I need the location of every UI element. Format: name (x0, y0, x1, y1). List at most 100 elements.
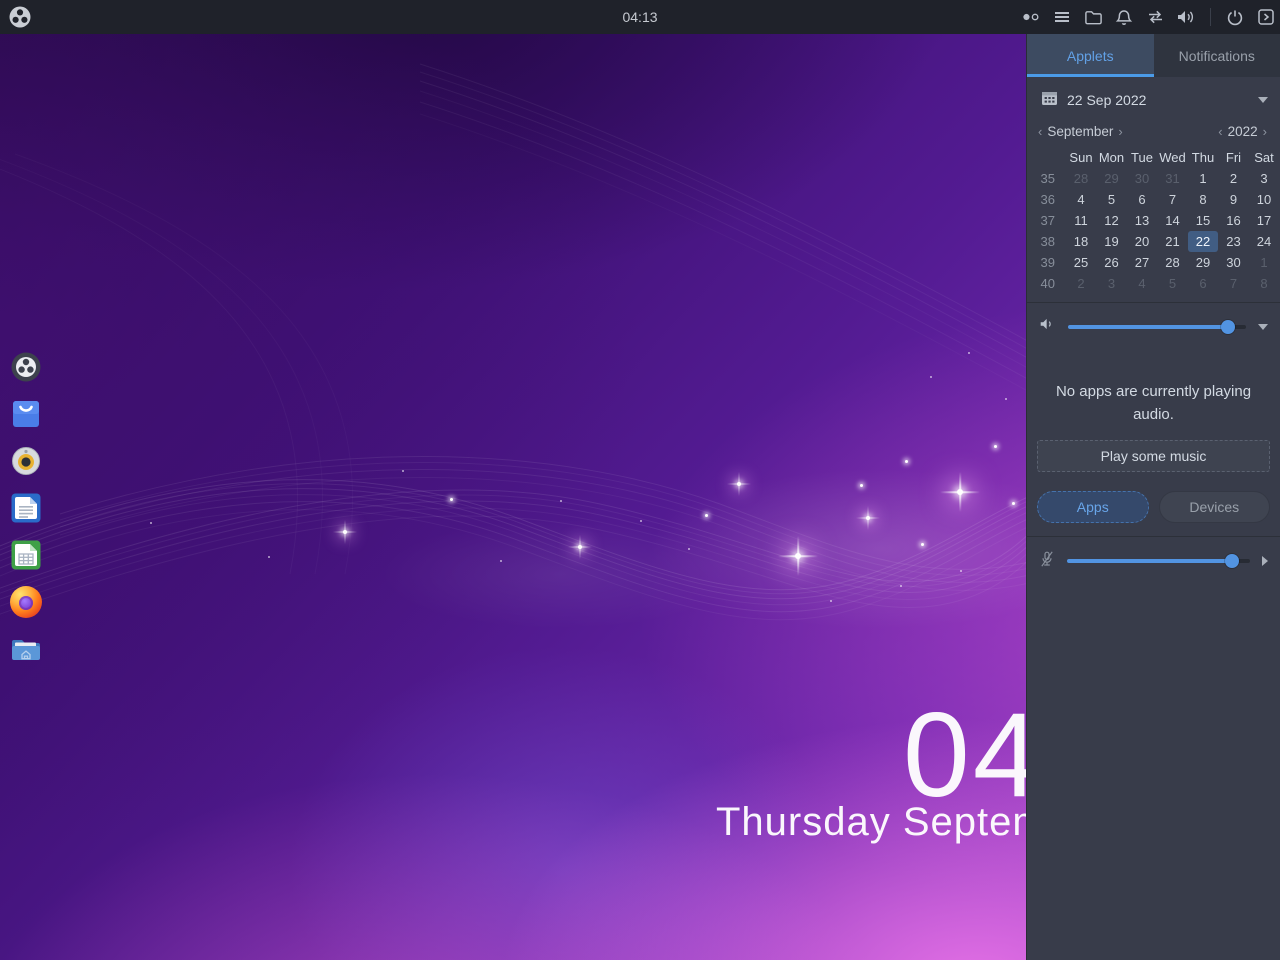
tab-notifications[interactable]: Notifications (1154, 34, 1280, 77)
month-label: September (1047, 124, 1113, 139)
multimedia-speaker-icon[interactable] (10, 445, 42, 477)
calendar-day[interactable]: 12 (1096, 210, 1127, 231)
microphone-slider-handle[interactable] (1225, 554, 1239, 568)
speaker-icon (1039, 316, 1056, 337)
calendar-week-number: 36 (1030, 189, 1066, 210)
calendar-day[interactable]: 7 (1218, 273, 1249, 294)
distro-logo-icon[interactable] (8, 5, 32, 29)
calendar-day[interactable]: 2 (1218, 168, 1249, 189)
calendar-day[interactable]: 4 (1066, 189, 1097, 210)
calendar-day[interactable]: 3 (1096, 273, 1127, 294)
calendar-nav: ‹ September › ‹ 2022 › (1027, 116, 1280, 143)
calendar-week-number: 39 (1030, 252, 1066, 273)
prev-month-button[interactable]: ‹ (1033, 124, 1047, 139)
prev-year-button[interactable]: ‹ (1213, 124, 1227, 139)
calendar-header[interactable]: 22 Sep 2022 (1027, 77, 1280, 116)
calendar-day[interactable]: 8 (1188, 189, 1219, 210)
tab-applets[interactable]: Applets (1027, 34, 1154, 77)
microphone-muted-icon (1039, 550, 1055, 573)
sparkle-star (578, 545, 582, 549)
sparkle-star (860, 484, 863, 487)
volume-slider[interactable] (1068, 325, 1246, 329)
calendar-icon (1041, 90, 1058, 109)
system-tray (1021, 0, 1276, 34)
sparkle-star (1012, 502, 1015, 505)
distro-logo-icon[interactable] (10, 351, 42, 383)
chevron-right-icon[interactable] (1262, 556, 1268, 566)
folder-icon[interactable] (1083, 7, 1103, 27)
home-folder-icon[interactable] (10, 633, 42, 665)
calendar-week-number: 40 (1030, 273, 1066, 294)
chevron-down-icon[interactable] (1258, 97, 1268, 103)
chevron-down-icon[interactable] (1258, 324, 1268, 330)
play-music-button[interactable]: Play some music (1037, 440, 1270, 472)
calendar-day[interactable]: 7 (1157, 189, 1188, 210)
calendar-day[interactable]: 15 (1188, 210, 1219, 231)
calendar-day[interactable]: 30 (1218, 252, 1249, 273)
panel-expand-icon[interactable] (1256, 7, 1276, 27)
calendar-day-header: Thu (1188, 147, 1219, 168)
calendar-day[interactable]: 31 (1157, 168, 1188, 189)
desktop-icon-column (10, 351, 42, 665)
speaker-icon[interactable] (1176, 7, 1196, 27)
calendar-week-number: 35 (1030, 168, 1066, 189)
menu-icon[interactable] (1052, 7, 1072, 27)
calendar-day[interactable]: 27 (1127, 252, 1158, 273)
calendar-day[interactable]: 19 (1096, 231, 1127, 252)
calendar-day[interactable]: 30 (1127, 168, 1158, 189)
bell-icon[interactable] (1114, 7, 1134, 27)
devices-toggle-button[interactable]: Devices (1159, 491, 1271, 523)
microphone-slider[interactable] (1067, 559, 1250, 563)
record-dots-icon[interactable] (1021, 7, 1041, 27)
microphone-row (1027, 537, 1280, 586)
firefox-icon[interactable] (10, 586, 42, 618)
calendar-day[interactable]: 22 (1188, 231, 1219, 252)
year-label: 2022 (1228, 124, 1258, 139)
calendar-day[interactable]: 4 (1127, 273, 1158, 294)
calendar-day[interactable]: 29 (1188, 252, 1219, 273)
calendar-day[interactable]: 23 (1218, 231, 1249, 252)
calendar-day[interactable]: 8 (1249, 273, 1280, 294)
calendar-day[interactable]: 2 (1066, 273, 1097, 294)
app-store-icon[interactable] (10, 398, 42, 430)
calendar-day[interactable]: 1 (1249, 252, 1280, 273)
calendar-day[interactable]: 28 (1157, 252, 1188, 273)
power-icon[interactable] (1225, 7, 1245, 27)
applet-sidebar: Applets Notifications 22 Sep 2022 ‹ Sept… (1026, 34, 1280, 960)
panel-clock[interactable]: 04:13 (622, 9, 657, 25)
apps-toggle-button[interactable]: Apps (1037, 491, 1149, 523)
calendar-header-date: 22 Sep 2022 (1067, 92, 1146, 108)
calendar-day[interactable]: 26 (1096, 252, 1127, 273)
calendar-day[interactable]: 18 (1066, 231, 1097, 252)
calendar-day[interactable]: 24 (1249, 231, 1280, 252)
calendar-day[interactable]: 17 (1249, 210, 1280, 231)
calendar-day-header: Wed (1157, 147, 1188, 168)
calendar-day-header: Mon (1096, 147, 1127, 168)
calendar-day[interactable]: 5 (1096, 189, 1127, 210)
calendar-day[interactable]: 16 (1218, 210, 1249, 231)
tray-separator (1210, 8, 1211, 26)
libreoffice-calc-icon[interactable] (10, 539, 42, 571)
sparkle-star (737, 482, 741, 486)
volume-slider-handle[interactable] (1221, 320, 1235, 334)
calendar-day[interactable]: 11 (1066, 210, 1097, 231)
calendar-day[interactable]: 10 (1249, 189, 1280, 210)
calendar-day[interactable]: 13 (1127, 210, 1158, 231)
swap-arrows-icon[interactable] (1145, 7, 1165, 27)
libreoffice-writer-icon[interactable] (10, 492, 42, 524)
calendar-day[interactable]: 6 (1188, 273, 1219, 294)
calendar-day[interactable]: 20 (1127, 231, 1158, 252)
calendar-day[interactable]: 28 (1066, 168, 1097, 189)
next-month-button[interactable]: › (1113, 124, 1127, 139)
calendar-day[interactable]: 3 (1249, 168, 1280, 189)
calendar-day[interactable]: 6 (1127, 189, 1158, 210)
calendar-day[interactable]: 1 (1188, 168, 1219, 189)
calendar-day[interactable]: 25 (1066, 252, 1097, 273)
calendar-day[interactable]: 14 (1157, 210, 1188, 231)
calendar-day[interactable]: 5 (1157, 273, 1188, 294)
calendar-day[interactable]: 29 (1096, 168, 1127, 189)
next-year-button[interactable]: › (1258, 124, 1272, 139)
calendar-day[interactable]: 9 (1218, 189, 1249, 210)
calendar-day[interactable]: 21 (1157, 231, 1188, 252)
media-status-message: No apps are currently playing audio. (1027, 350, 1280, 427)
